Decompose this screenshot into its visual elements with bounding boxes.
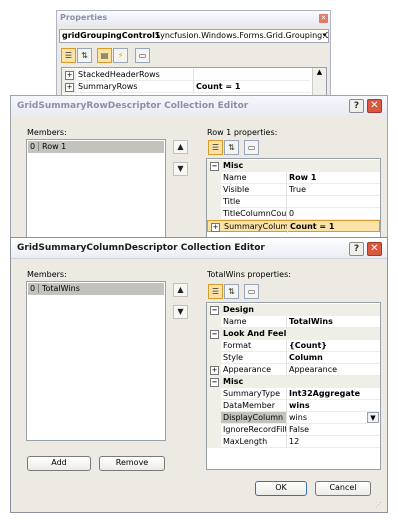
collapse-icon[interactable]: −	[210, 378, 219, 387]
column-collection-editor: GridSummaryColumnDescriptor Collection E…	[10, 237, 388, 513]
column-editor-title: GridSummaryColumnDescriptor Collection E…	[17, 243, 265, 253]
collapse-icon[interactable]: −	[210, 162, 219, 171]
expand-icon[interactable]: +	[210, 366, 219, 375]
remove-button[interactable]: Remove	[99, 456, 165, 471]
property-row-ignorerecordfilter[interactable]: IgnoreRecordFilte False	[207, 424, 380, 436]
row-properties-grid: − Misc Name Row 1 Visible True Title Tit…	[206, 158, 381, 248]
alphabetical-icon[interactable]: ⇅	[77, 48, 92, 63]
column-props-label: TotalWins properties:	[207, 270, 291, 279]
row-collection-editor: GridSummaryRowDescriptor Collection Edit…	[10, 95, 388, 255]
property-row-title[interactable]: Title	[207, 196, 380, 208]
property-row-name[interactable]: Name Row 1	[207, 172, 380, 184]
property-row-appearance[interactable]: + Appearance Appearance	[207, 364, 380, 376]
close-icon[interactable]: ✕	[367, 99, 382, 113]
members-label: Members:	[27, 270, 67, 279]
move-down-button[interactable]: ▼	[173, 305, 188, 319]
chevron-down-icon[interactable]: ▼	[367, 412, 379, 423]
events-icon[interactable]: ⚡	[113, 48, 128, 63]
resize-grip-icon[interactable]: ⋰	[375, 500, 385, 510]
properties-icon[interactable]: ▤	[97, 48, 112, 63]
row-editor-titlebar: GridSummaryRowDescriptor Collection Edit…	[11, 96, 387, 116]
move-down-button[interactable]: ▼	[173, 162, 188, 176]
close-icon[interactable]: ✕	[319, 14, 328, 23]
column-properties-grid: − Design Name TotalWins − Look And Feel …	[206, 302, 381, 470]
members-label: Members:	[27, 128, 67, 137]
property-pages-icon[interactable]: ▭	[135, 48, 150, 63]
object-selector[interactable]: gridGroupingControl1 Syncfusion.Windows.…	[59, 29, 329, 43]
property-row-visible[interactable]: Visible True	[207, 184, 380, 196]
property-pages-icon[interactable]: ▭	[244, 284, 259, 299]
properties-title: Properties	[60, 13, 108, 22]
category-look-and-feel[interactable]: − Look And Feel	[207, 328, 380, 340]
property-row-summarycolumns[interactable]: + SummaryColumns Count = 1	[207, 220, 380, 233]
property-pages-icon[interactable]: ▭	[244, 140, 259, 155]
alphabetical-icon[interactable]: ⇅	[224, 140, 239, 155]
expand-icon[interactable]: +	[211, 223, 220, 232]
property-row-summaryrows[interactable]: + SummaryRows Count = 1	[62, 81, 326, 93]
property-row-datamember[interactable]: DataMember wins	[207, 400, 380, 412]
object-type: Syncfusion.Windows.Forms.Grid.Grouping.G	[155, 31, 329, 40]
expand-icon[interactable]: +	[65, 71, 74, 80]
category-misc[interactable]: − Misc	[207, 160, 380, 172]
list-item[interactable]: 0 Row 1	[28, 141, 164, 153]
scroll-up-icon[interactable]: ▲	[313, 68, 326, 76]
ok-button[interactable]: OK	[255, 481, 307, 496]
row-props-label: Row 1 properties:	[207, 128, 278, 137]
scrollbar[interactable]: ▲	[312, 68, 326, 98]
help-icon[interactable]: ?	[349, 99, 364, 113]
property-row-style[interactable]: Style Column	[207, 352, 380, 364]
members-list[interactable]: 0 TotalWins	[26, 281, 166, 441]
category-design[interactable]: − Design	[207, 304, 380, 316]
add-button[interactable]: Add	[27, 456, 91, 471]
column-editor-titlebar: GridSummaryColumnDescriptor Collection E…	[11, 238, 387, 259]
expand-icon[interactable]: +	[65, 83, 74, 92]
object-name: gridGroupingControl1	[62, 31, 161, 40]
collapse-icon[interactable]: −	[210, 306, 219, 315]
list-item[interactable]: 0 TotalWins	[28, 283, 164, 295]
property-row-maxlength[interactable]: MaxLength 12	[207, 436, 380, 448]
categorized-icon[interactable]: ☰	[208, 140, 223, 155]
help-icon[interactable]: ?	[349, 242, 364, 256]
property-row-stackedheaderrows[interactable]: + StackedHeaderRows	[62, 69, 326, 81]
cancel-button[interactable]: Cancel	[315, 481, 371, 496]
property-row-displaycolumn[interactable]: DisplayColumn wins ▼	[207, 412, 380, 424]
property-row-titlecolumncount[interactable]: TitleColumnCount 0	[207, 208, 380, 220]
categorized-icon[interactable]: ☰	[61, 48, 76, 63]
category-misc[interactable]: − Misc	[207, 376, 380, 388]
move-up-button[interactable]: ▲	[173, 283, 188, 297]
properties-titlebar: Properties ✕	[57, 11, 330, 26]
categorized-icon[interactable]: ☰	[208, 284, 223, 299]
property-row-format[interactable]: Format {Count}	[207, 340, 380, 352]
move-up-button[interactable]: ▲	[173, 140, 188, 154]
collapse-icon[interactable]: −	[210, 330, 219, 339]
row-editor-title: GridSummaryRowDescriptor Collection Edit…	[17, 101, 249, 111]
displaycolumn-dropdown[interactable]: wins	[287, 412, 367, 424]
chevron-down-icon[interactable]: ▾	[322, 31, 326, 39]
property-row-summarytype[interactable]: SummaryType Int32Aggregate	[207, 388, 380, 400]
properties-window: Properties ✕ gridGroupingControl1 Syncfu…	[56, 10, 331, 100]
property-row-name[interactable]: Name TotalWins	[207, 316, 380, 328]
members-list[interactable]: 0 Row 1	[26, 139, 166, 249]
close-icon[interactable]: ✕	[367, 242, 382, 256]
alphabetical-icon[interactable]: ⇅	[224, 284, 239, 299]
